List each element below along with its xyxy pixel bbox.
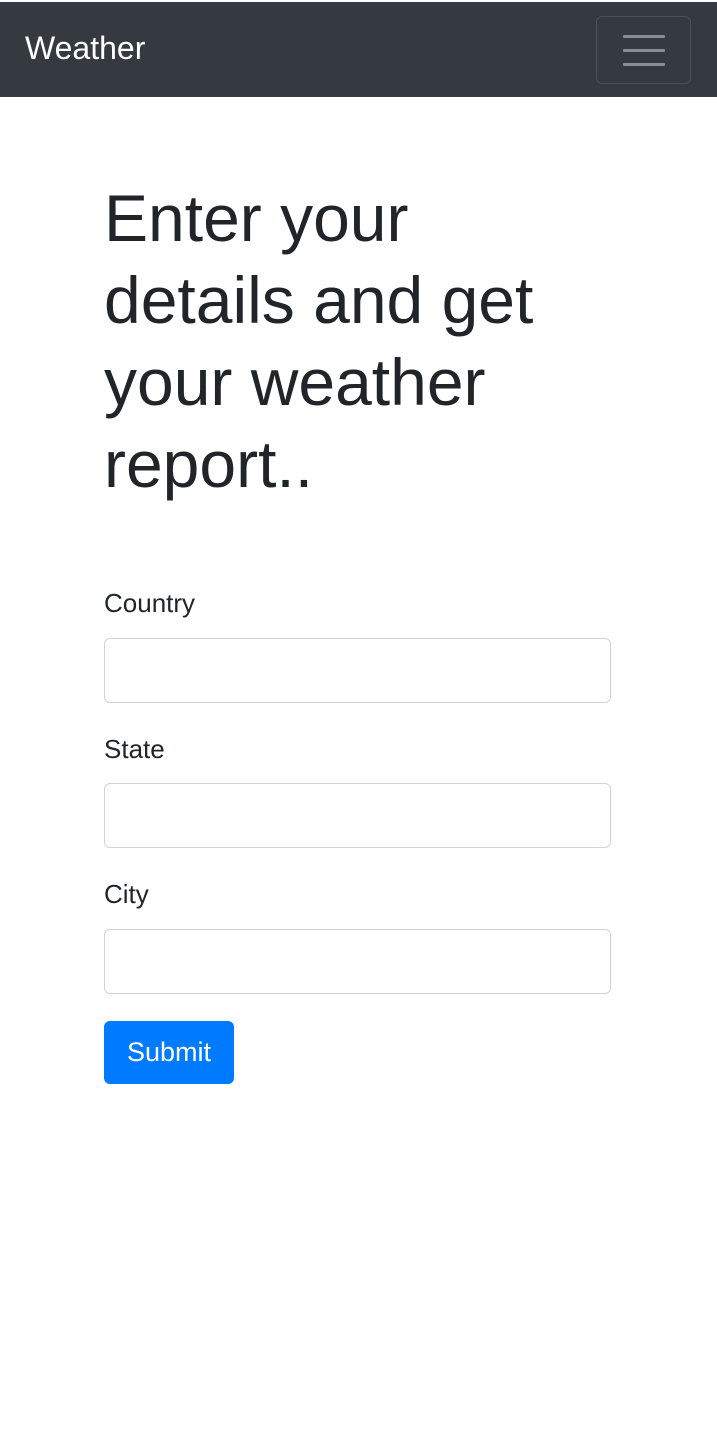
hamburger-menu-icon — [623, 33, 665, 67]
navbar-toggle-button[interactable] — [596, 16, 691, 84]
country-input[interactable] — [104, 638, 611, 703]
state-input[interactable] — [104, 783, 611, 848]
city-label: City — [104, 879, 149, 909]
page-heading: Enter your details and get your weather … — [104, 181, 534, 501]
navbar-brand[interactable]: Weather — [25, 28, 145, 68]
navbar: Weather — [0, 0, 717, 97]
submit-button[interactable]: Submit — [104, 1021, 234, 1084]
country-label: Country — [104, 588, 196, 618]
state-label: State — [104, 734, 165, 764]
city-input[interactable] — [104, 929, 611, 994]
